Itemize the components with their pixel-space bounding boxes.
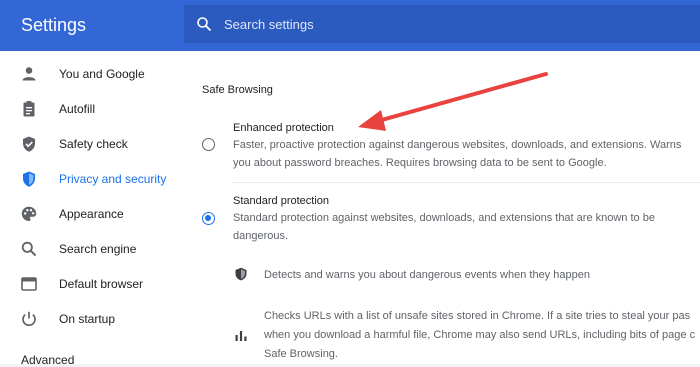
- option-description-line-2: you about password breaches. Requires br…: [233, 157, 607, 169]
- sidebar-item-safety-check[interactable]: Safety check: [0, 127, 184, 161]
- sidebar-item-label: Appearance: [59, 207, 124, 221]
- option-title: Standard protection: [233, 195, 330, 207]
- safe-browsing-card: Safe Browsing Enhanced protection Faster…: [184, 51, 700, 364]
- feature-text: Detects and warns you about dangerous ev…: [264, 269, 590, 281]
- sidebar: You and Google Autofill Safety check Pri…: [0, 51, 184, 367]
- sidebar-item-search-engine[interactable]: Search engine: [0, 232, 184, 266]
- search-icon: [197, 17, 212, 32]
- divider: [232, 182, 700, 183]
- browser-icon: [21, 277, 37, 291]
- shield-icon: [23, 171, 35, 187]
- sidebar-item-you-and-google[interactable]: You and Google: [0, 57, 184, 91]
- shield-check-icon: [23, 136, 35, 152]
- person-icon: [22, 67, 36, 81]
- page-title: Settings: [21, 15, 87, 35]
- option-title: Enhanced protection: [233, 122, 334, 134]
- sidebar-item-autofill[interactable]: Autofill: [0, 92, 184, 126]
- sidebar-item-label: Default browser: [59, 277, 144, 291]
- sidebar-item-label: On startup: [59, 312, 116, 326]
- power-icon: [22, 311, 36, 327]
- search-icon: [21, 241, 37, 257]
- option-description-line-2: dangerous.: [233, 230, 289, 242]
- sidebar-item-privacy-and-security[interactable]: Privacy and security: [0, 162, 184, 196]
- bar-chart-icon: [235, 331, 247, 341]
- radio-standard-protection[interactable]: [202, 212, 215, 225]
- radio-enhanced-protection[interactable]: [202, 138, 215, 151]
- sidebar-item-label: Autofill: [59, 102, 96, 116]
- section-title: Safe Browsing: [202, 84, 273, 96]
- clipboard-icon: [23, 101, 35, 117]
- sidebar-item-default-browser[interactable]: Default browser: [0, 267, 184, 301]
- feature-text-line-3: Safe Browsing.: [264, 348, 338, 360]
- sidebar-item-label: You and Google: [59, 67, 145, 81]
- search-box[interactable]: [184, 5, 700, 43]
- palette-icon: [21, 206, 37, 221]
- sidebar-item-label: Privacy and security: [59, 172, 167, 186]
- feature-text-line-1: Checks URLs with a list of unsafe sites …: [264, 310, 691, 322]
- feature-text-line-2: when you download a harmful file, Chrome…: [264, 329, 696, 341]
- sidebar-item-on-startup[interactable]: On startup: [0, 302, 184, 336]
- app-header: Settings: [0, 0, 700, 51]
- search-input[interactable]: [224, 5, 684, 43]
- option-description-line-1: Standard protection against websites, do…: [233, 212, 655, 224]
- option-description-line-1: Faster, proactive protection against dan…: [233, 139, 682, 151]
- shield-icon: [235, 267, 247, 281]
- sidebar-item-label: Search engine: [59, 242, 137, 256]
- main-content: Safe Browsing Enhanced protection Faster…: [184, 51, 700, 364]
- sidebar-advanced[interactable]: Advanced: [21, 353, 74, 367]
- sidebar-item-label: Safety check: [59, 137, 128, 151]
- sidebar-item-appearance[interactable]: Appearance: [0, 197, 184, 231]
